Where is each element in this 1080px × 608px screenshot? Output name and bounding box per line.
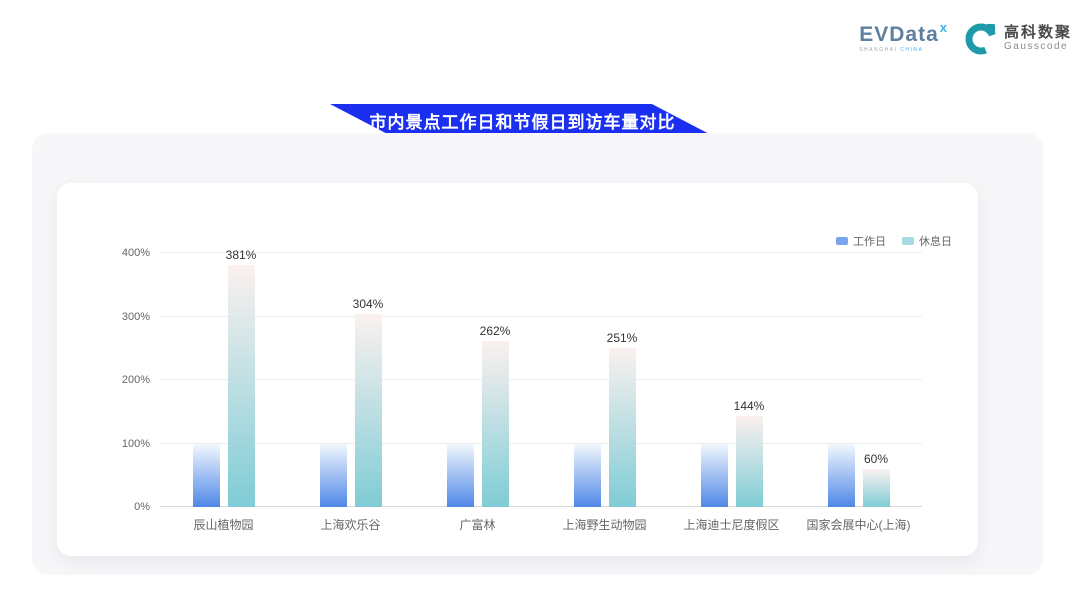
bar-group: 262% [414, 253, 541, 507]
bar-group: 251% [541, 253, 668, 507]
category-label: 辰山植物园 [160, 516, 287, 533]
legend-marker-icon [836, 237, 848, 245]
bar-value-label: 144% [734, 399, 765, 413]
gausscode-en-label: Gausscode [1004, 41, 1072, 53]
bar-group: 60% [795, 253, 922, 507]
bar-group: 144% [668, 253, 795, 507]
y-tick-label: 0% [90, 501, 150, 513]
y-tick-label: 300% [90, 311, 150, 323]
bar-workday [320, 444, 347, 508]
category-label: 上海欢乐谷 [287, 516, 414, 533]
bar-group: 381% [160, 253, 287, 507]
chart-legend: 工作日 休息日 [836, 233, 952, 249]
header-logos: EVData x SHANGHAI CHINA 高科数聚 Gausscode [859, 20, 1072, 56]
category-label: 广富林 [414, 516, 541, 533]
category-label: 上海野生动物园 [541, 516, 668, 533]
legend-marker-icon [902, 237, 914, 245]
evdata-x-icon: x [940, 20, 947, 35]
bar-workday [193, 444, 220, 508]
y-tick-label: 200% [90, 374, 150, 386]
bar-restday: 144% [736, 416, 763, 507]
bar-value-label: 60% [864, 452, 888, 466]
legend-item[interactable]: 休息日 [902, 233, 952, 249]
category-label: 上海迪士尼度假区 [668, 516, 795, 533]
bar-value-label: 381% [226, 248, 257, 262]
legend-label: 休息日 [919, 233, 952, 249]
evdata-subtext: SHANGHAI CHINA [859, 47, 923, 53]
bar-restday: 251% [609, 348, 636, 507]
bar-value-label: 262% [480, 324, 511, 338]
gausscode-logo: 高科数聚 Gausscode [963, 20, 1072, 56]
chart-card: 工作日休息日 0%100%200%300%400%381%辰山植物园304%上海… [57, 183, 978, 556]
bar-chart-plot-area: 0%100%200%300%400%381%辰山植物园304%上海欢乐谷262%… [160, 253, 922, 507]
bar-workday [574, 444, 601, 508]
page-title: 市内景点工作日和节假日到访车量对比 [370, 108, 676, 133]
gausscode-cn-label: 高科数聚 [1004, 24, 1072, 41]
bar-workday [701, 444, 728, 508]
y-tick-label: 100% [90, 438, 150, 450]
bar-restday: 60% [863, 469, 890, 507]
bar-restday: 304% [355, 314, 382, 507]
gausscode-g-icon [963, 20, 999, 56]
legend-label: 工作日 [853, 233, 886, 249]
bar-group: 304% [287, 253, 414, 507]
bar-restday: 262% [482, 341, 509, 507]
bar-restday: 381% [228, 265, 255, 507]
y-tick-label: 400% [90, 247, 150, 259]
legend-item[interactable]: 工作日 [836, 233, 886, 249]
bar-workday [447, 444, 474, 508]
evdata-wordmark: EVData [859, 24, 939, 46]
category-label: 国家会展中心(上海) [795, 516, 922, 533]
bar-value-label: 304% [353, 297, 384, 311]
bar-workday [828, 444, 855, 508]
bar-value-label: 251% [607, 331, 638, 345]
evdata-logo: EVData x SHANGHAI CHINA [859, 24, 947, 53]
